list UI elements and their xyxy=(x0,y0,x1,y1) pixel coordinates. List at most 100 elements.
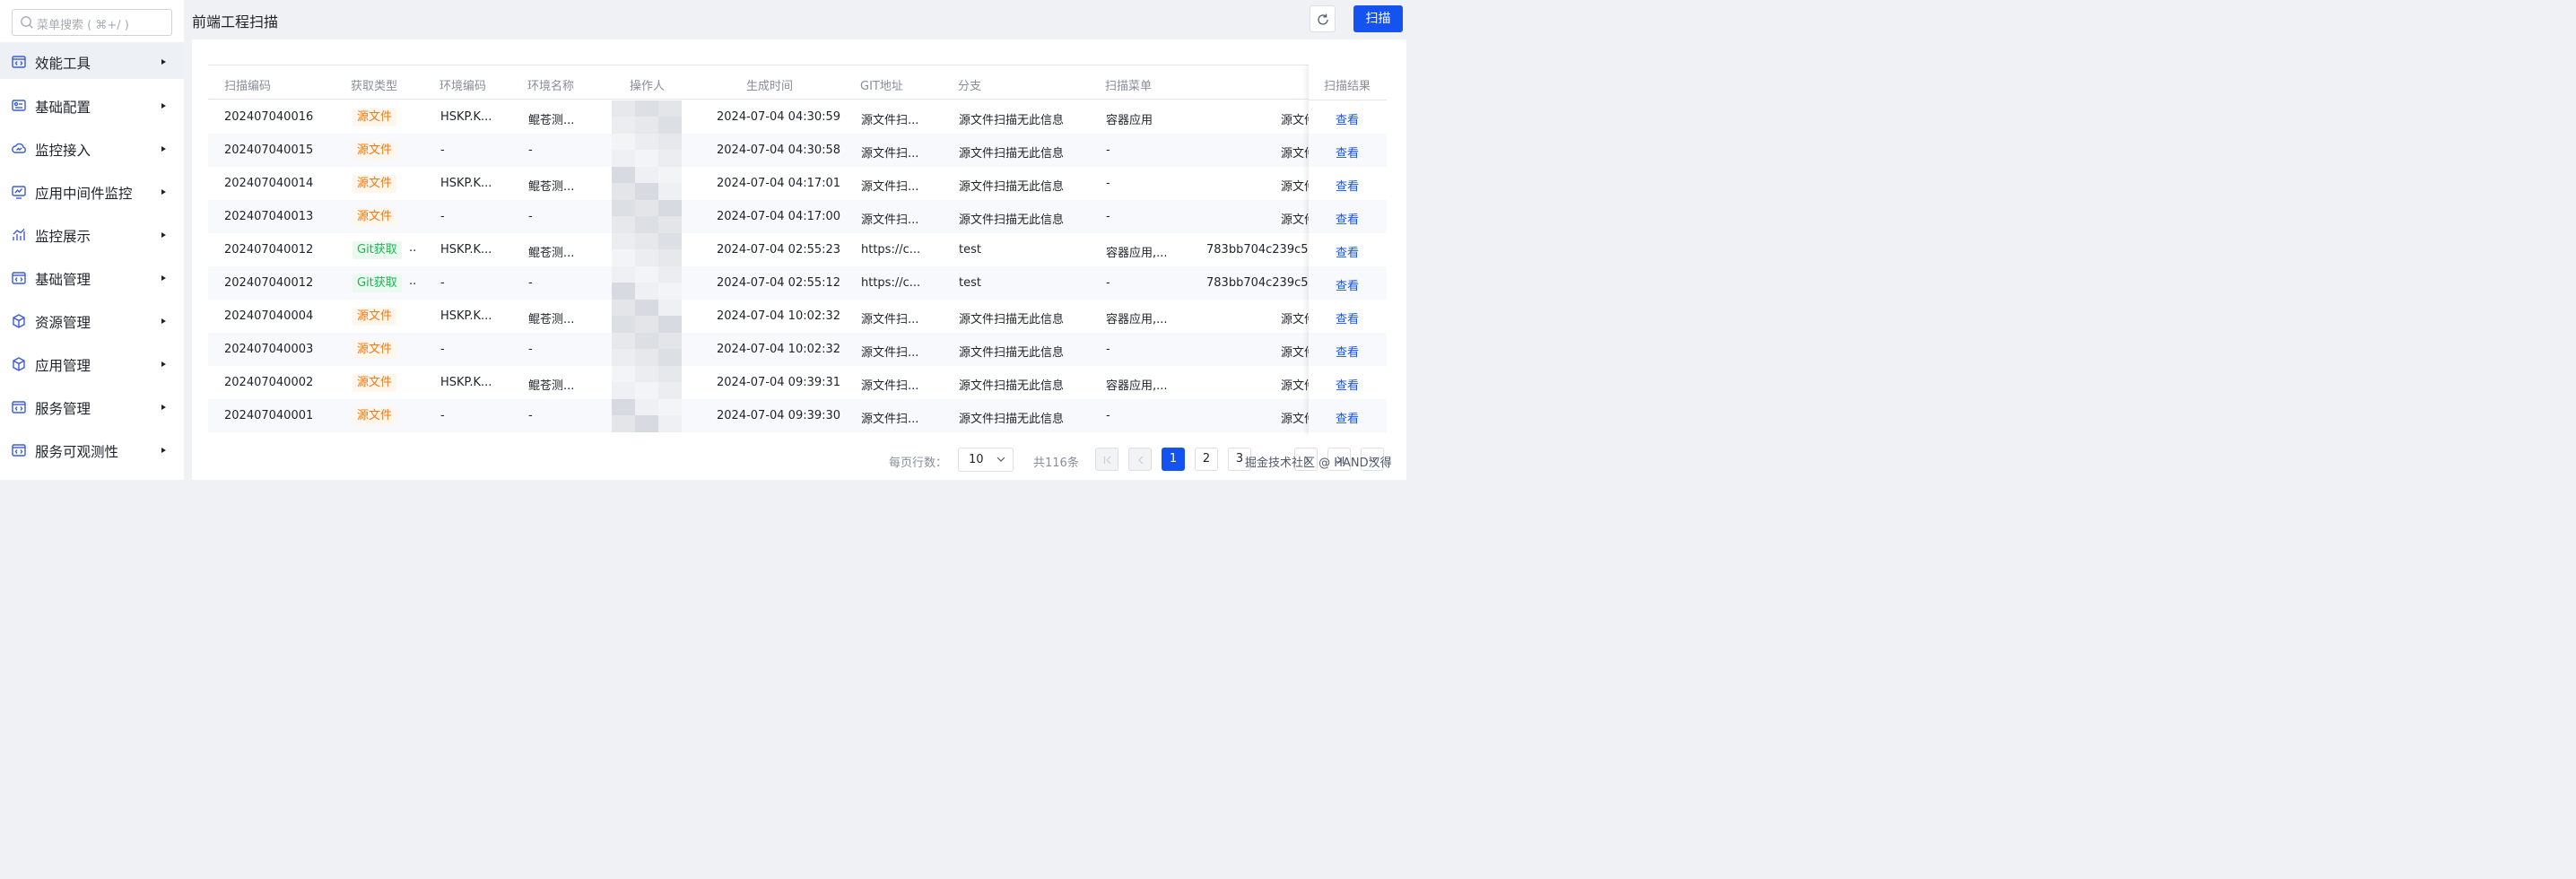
scan-code: 202407040016 xyxy=(224,110,314,124)
result-cell: 查看 xyxy=(1309,100,1387,134)
env-name: - xyxy=(528,343,533,356)
sidebar-item-label: 基础配置 xyxy=(35,100,91,116)
column-header-result: 扫描结果 xyxy=(1324,80,1371,93)
caret-right-icon xyxy=(161,318,166,324)
view-link[interactable]: 查看 xyxy=(1336,110,1359,127)
branch: 源文件扫描无此信息 xyxy=(959,114,1065,127)
view-link[interactable]: 查看 xyxy=(1336,276,1359,293)
column-header: 操作人 xyxy=(630,80,666,93)
scan-table: 扫描编码 获取类型 环境编码 环境名称 操作人 生成时间 GIT地址 分支 扫描菜单 20240… xyxy=(208,65,1387,435)
env-code: HSKP.K... xyxy=(440,376,492,389)
branch: 源文件扫描无此信息 xyxy=(959,379,1065,393)
view-link[interactable]: 查看 xyxy=(1336,210,1359,227)
scan-menu: 容器应用,... xyxy=(1106,379,1168,393)
cube-icon xyxy=(13,314,25,328)
settings-panel-icon xyxy=(12,100,26,111)
acquire-type-tag: 源文件 xyxy=(352,341,397,359)
acquire-type-tag: Git获取 xyxy=(352,241,402,259)
caret-right-icon xyxy=(161,146,166,152)
page-button-1[interactable]: 1 xyxy=(1162,448,1185,471)
sidebar-item-label: 资源管理 xyxy=(35,315,91,331)
branch: test xyxy=(959,243,981,257)
table-card: 扫描编码 获取类型 环境编码 环境名称 操作人 生成时间 GIT地址 分支 扫描菜单 20240… xyxy=(192,39,1406,480)
git-address: 源文件扫... xyxy=(861,413,919,426)
page-button-2[interactable]: 2 xyxy=(1195,448,1218,471)
sidebar-item[interactable]: 服务可观测性 xyxy=(0,430,184,473)
column-header: 环境名称 xyxy=(527,80,575,93)
table-body: 202407040016 源文件 HSKP.K... 鲲苍测... 2024-07-04… xyxy=(208,100,1387,432)
operator-blurred xyxy=(612,266,692,300)
column-header: GIT地址 xyxy=(860,80,903,93)
caret-right-icon xyxy=(161,232,166,238)
sidebar-item[interactable]: 资源管理 xyxy=(0,300,184,344)
total-count: 共116条 xyxy=(1033,457,1079,470)
git-address: https://c... xyxy=(861,243,921,257)
sidebar-item[interactable]: 应用中间件监控 xyxy=(0,171,184,214)
result-cell: 查看 xyxy=(1309,200,1387,233)
sidebar-menu: 效能工具基础配置监控接入 应用中间件监控 监控展示 基础管理资源管理应用管理服务管理服… xyxy=(0,42,184,473)
operator-blurred xyxy=(612,134,692,167)
line-chart-icon xyxy=(13,229,25,240)
view-link[interactable]: 查看 xyxy=(1336,243,1359,260)
refresh-icon xyxy=(1318,13,1328,25)
view-link[interactable]: 查看 xyxy=(1336,309,1359,326)
pagination: 每页行数： 10 共116条 1 2 3 掘金技术社区 @ HAND汉得 xyxy=(192,448,1406,474)
acquire-type-tag: 源文件 xyxy=(352,109,397,126)
column-header: 扫描菜单 xyxy=(1105,80,1153,93)
sidebar-item[interactable]: 效能工具 xyxy=(0,42,184,79)
code-window-icon xyxy=(12,401,26,413)
commit-id: 783bb704c239c55e xyxy=(1206,243,1323,257)
git-address: 源文件扫... xyxy=(861,346,919,360)
scan-menu: - xyxy=(1106,276,1110,290)
column-header: 分支 xyxy=(958,80,982,93)
operator-blurred xyxy=(612,300,692,333)
sidebar-item-label: 服务管理 xyxy=(35,401,91,417)
generated-time: 2024-07-04 09:39:31 xyxy=(717,376,841,389)
result-cell: 查看 xyxy=(1309,134,1387,167)
git-address: 源文件扫... xyxy=(861,379,919,393)
view-link[interactable]: 查看 xyxy=(1336,409,1359,426)
search-icon xyxy=(21,16,33,29)
sidebar-item-label: 效能工具 xyxy=(35,56,91,72)
view-link[interactable]: 查看 xyxy=(1336,376,1359,393)
view-link[interactable]: 查看 xyxy=(1336,177,1359,194)
sidebar-item[interactable]: 应用管理 xyxy=(0,344,184,387)
page-title: 前端工程扫描 xyxy=(192,13,279,30)
sidebar-item[interactable]: 监控接入 xyxy=(0,128,184,171)
scan-button[interactable]: 扫描 xyxy=(1353,5,1403,32)
scan-code: 202407040003 xyxy=(224,343,314,356)
acquire-type-tag: 源文件 xyxy=(352,308,397,326)
sidebar-item[interactable]: 监控展示 xyxy=(0,214,184,257)
generated-time: 2024-07-04 04:17:01 xyxy=(717,177,841,190)
sidebar-item[interactable]: 服务管理 xyxy=(0,387,184,430)
env-name: - xyxy=(528,276,533,290)
refresh-button[interactable] xyxy=(1310,5,1336,32)
table-row: 202407040013 源文件 - - 2024-07-04 04:17:00 源文件扫… xyxy=(208,200,1387,233)
caret-right-icon xyxy=(161,275,166,281)
monitor-chart-icon xyxy=(12,186,26,199)
generated-time: 2024-07-04 02:55:23 xyxy=(717,243,841,257)
env-code: - xyxy=(440,276,445,290)
page-size-select[interactable]: 10 xyxy=(958,448,1014,472)
commit-id: 783bb704c239c55e xyxy=(1206,276,1323,290)
main-content: 前端工程扫描 扫描 扫描编码 获取类型 环境编码 环境名称 操作人 生成时间 GIT地址 分支… xyxy=(184,0,1406,480)
view-link[interactable]: 查看 xyxy=(1336,144,1359,161)
git-address: 源文件扫... xyxy=(861,313,919,326)
prev-page-button[interactable] xyxy=(1128,448,1152,471)
menu-search-input[interactable]: 菜单搜索 ( ⌘+/ ) xyxy=(12,9,172,36)
acquire-type-tag: 源文件 xyxy=(352,374,397,392)
code-window-icon xyxy=(12,444,26,457)
view-link[interactable]: 查看 xyxy=(1336,343,1359,360)
operator-blurred xyxy=(612,200,692,233)
sidebar-item[interactable]: 基础管理 xyxy=(0,257,184,300)
caret-right-icon xyxy=(161,189,166,195)
generated-time: 2024-07-04 10:02:32 xyxy=(717,343,841,356)
caret-right-icon xyxy=(161,59,166,65)
env-name: 鲲苍测... xyxy=(528,180,575,194)
first-page-button[interactable] xyxy=(1095,448,1118,471)
sidebar-item[interactable]: 基础配置 xyxy=(0,85,184,128)
result-cell: 查看 xyxy=(1309,366,1387,399)
operator-blurred xyxy=(612,233,692,266)
table-row: 202407040014 源文件 HSKP.K... 鲲苍测... 2024-07-04… xyxy=(208,167,1387,200)
generated-time: 2024-07-04 04:17:00 xyxy=(717,210,841,223)
